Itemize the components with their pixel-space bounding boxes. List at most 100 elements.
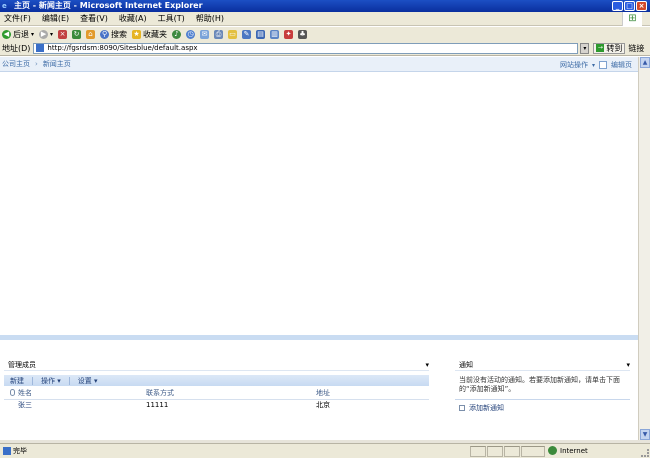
toolbar-separator — [32, 376, 33, 385]
settings-button[interactable]: 设置 ▾ — [78, 376, 98, 386]
history-icon[interactable]: ◷ — [186, 29, 196, 39]
forward-dropdown-icon: ▾ — [50, 30, 54, 38]
address-cell: 北京 — [316, 400, 330, 409]
attachment-icon — [10, 388, 15, 396]
site-actions-dropdown-icon[interactable]: ▾ — [592, 62, 595, 69]
home-icon[interactable]: ⌂ — [86, 29, 96, 39]
status-segment — [487, 446, 503, 457]
address-input[interactable]: http://fgsrdsm:8090/Sitesblue/default.as… — [33, 42, 579, 54]
add-notice-link[interactable]: 添加新通知 — [469, 403, 504, 413]
breadcrumb-home-link[interactable]: 公司主页 — [2, 59, 30, 69]
forward-arrow-icon: ▶ — [39, 29, 49, 39]
status-segment — [504, 446, 520, 457]
window-title: 主页 - 新闻主页 - Microsoft Internet Explorer — [14, 1, 203, 10]
table-header-row: 姓名 联系方式 地址 — [4, 388, 429, 400]
menu-edit[interactable]: 编辑(E) — [42, 13, 69, 24]
edit-page-icon — [599, 61, 607, 69]
menu-tools[interactable]: 工具(T) — [158, 13, 185, 24]
table-row: 张三 11111 北京 — [4, 399, 429, 410]
done-page-icon — [3, 447, 11, 455]
menu-view[interactable]: 查看(V) — [80, 13, 108, 24]
actions-button[interactable]: 操作 ▾ — [41, 376, 61, 386]
members-title[interactable]: 管理成员 — [8, 360, 36, 370]
vertical-scrollbar[interactable]: ▲ ▼ — [638, 57, 650, 440]
site-actions-menu[interactable]: 网站操作 — [560, 60, 588, 70]
stop-icon[interactable]: × — [58, 29, 68, 39]
media-icon[interactable]: ♪ — [172, 29, 182, 39]
plugin-icon[interactable]: ♣ — [298, 29, 308, 39]
edit-page-link[interactable]: 编辑页 — [611, 60, 632, 70]
address-bar: 地址(D) http://fgsrdsm:8090/Sitesblue/defa… — [0, 41, 650, 56]
notices-webpart: 通知 ▾ 当前没有活动的通知。若要添加新通知，请单击下面的“添加新通知”。 添加… — [455, 360, 630, 420]
links-button[interactable]: 链接 — [628, 43, 644, 54]
status-text: 完毕 — [13, 447, 27, 455]
address-label: 地址(D) — [2, 43, 31, 53]
back-dropdown-icon: ▾ — [31, 30, 35, 38]
address-dropdown-button[interactable]: ▾ — [580, 42, 590, 54]
toolbar-separator — [68, 376, 70, 385]
contact-column-header[interactable]: 联系方式 — [146, 388, 316, 400]
go-button[interactable]: → 转到 — [593, 42, 626, 54]
maximize-button[interactable]: □ — [624, 1, 635, 11]
status-bar: 完毕 Internet — [0, 443, 650, 458]
print-icon[interactable]: ⎙ — [214, 29, 224, 39]
page-icon — [36, 44, 45, 52]
breadcrumb-current[interactable]: 新闻主页 — [43, 59, 71, 69]
breadcrumb: 公司主页 › 新闻主页 网站操作 ▾ 编辑页 — [0, 57, 638, 72]
back-label: 后退 — [13, 29, 29, 39]
folder-icon[interactable]: ▭ — [228, 29, 238, 39]
scroll-up-button[interactable]: ▲ — [640, 57, 650, 68]
menu-bar: 文件(F) 编辑(E) 查看(V) 收藏(A) 工具(T) 帮助(H) — [0, 12, 650, 26]
member-name-link[interactable]: 张三 — [18, 401, 32, 409]
edit-icon[interactable]: ✎ — [242, 29, 252, 39]
scroll-down-button[interactable]: ▼ — [640, 429, 650, 440]
notices-title-bar: 通知 ▾ — [455, 360, 630, 371]
refresh-icon[interactable]: ↻ — [72, 29, 82, 39]
go-arrow-icon: → — [596, 44, 605, 52]
standard-toolbar: ◀ 后退 ▾ ▶ ▾ × ↻ ⌂ ⚲ 搜索 ★ 收藏夹 ♪ ◷ ✉ ⎙ ▭ ✎ … — [0, 27, 650, 41]
back-button[interactable]: ◀ 后退 ▾ — [2, 29, 34, 40]
discuss-icon[interactable]: ▤ — [256, 29, 266, 39]
research-icon[interactable]: ▥ — [270, 29, 280, 39]
search-label: 搜索 — [111, 29, 128, 39]
status-segment — [470, 446, 486, 457]
ie-logo-icon: e — [2, 2, 7, 10]
page-content: 公司主页 › 新闻主页 网站操作 ▾ 编辑页 管理成员 ▾ 新建 操作 ▾ 设置… — [0, 57, 638, 440]
notices-title[interactable]: 通知 — [459, 360, 473, 370]
name-column-header[interactable]: 姓名 — [18, 388, 146, 400]
search-button[interactable]: ⚲ 搜索 — [100, 29, 127, 40]
members-table: 姓名 联系方式 地址 张三 11111 北京 — [4, 388, 429, 410]
mail-icon[interactable]: ✉ — [200, 29, 210, 39]
internet-zone-icon — [548, 446, 557, 455]
site-actions-area: 网站操作 ▾ 编辑页 — [560, 60, 632, 70]
favorites-button[interactable]: ★ 收藏夹 — [132, 29, 167, 40]
messenger-icon[interactable]: ✦ — [284, 29, 294, 39]
address-url: http://fgsrdsm:8090/Sitesblue/default.as… — [47, 44, 198, 52]
resize-grip[interactable] — [641, 449, 649, 457]
menu-favorites[interactable]: 收藏(A) — [119, 13, 147, 24]
members-toolbar: 新建 操作 ▾ 设置 ▾ — [4, 375, 429, 386]
status-segment — [521, 446, 545, 457]
add-notice-row: 添加新通知 — [455, 399, 630, 413]
new-button[interactable]: 新建 — [10, 376, 24, 386]
zone-divider — [0, 335, 638, 340]
notices-empty-message: 当前没有活动的通知。若要添加新通知，请单击下面的“添加新通知”。 — [459, 376, 620, 393]
zone-label: Internet — [560, 446, 588, 455]
window-controls: _ □ × — [612, 1, 647, 11]
members-menu-icon[interactable]: ▾ — [425, 360, 429, 370]
menu-file[interactable]: 文件(F) — [4, 13, 31, 24]
minimize-button[interactable]: _ — [612, 1, 623, 11]
search-icon: ⚲ — [100, 29, 110, 39]
title-bar: e 主页 - 新闻主页 - Microsoft Internet Explore… — [0, 0, 650, 12]
forward-button[interactable]: ▶ ▾ — [39, 29, 54, 39]
attachment-column-header — [4, 388, 18, 400]
breadcrumb-separator: › — [35, 60, 38, 68]
attachment-cell — [4, 399, 18, 410]
members-webpart: 管理成员 ▾ 新建 操作 ▾ 设置 ▾ 姓名 联系方式 地址 张三 11111 … — [4, 360, 429, 440]
notices-menu-icon[interactable]: ▾ — [626, 360, 630, 370]
ie-window: e 主页 - 新闻主页 - Microsoft Internet Explore… — [0, 0, 650, 458]
add-item-icon — [459, 405, 465, 411]
menu-help[interactable]: 帮助(H) — [196, 13, 224, 24]
address-column-header[interactable]: 地址 — [316, 388, 429, 400]
close-button[interactable]: × — [636, 1, 647, 11]
